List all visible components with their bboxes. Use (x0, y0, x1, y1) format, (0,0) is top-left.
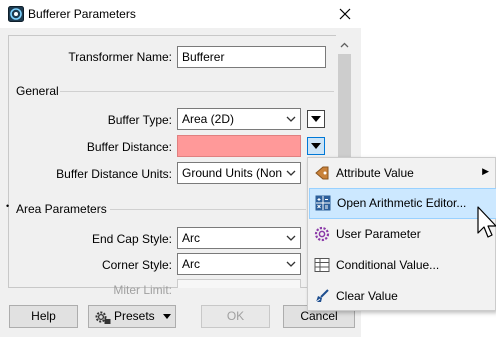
menu-item-clear-value[interactable]: Clear Value (309, 282, 495, 311)
miter-limit-label: Miter Limit: (113, 283, 172, 297)
help-button-label: Help (31, 309, 56, 323)
presets-button[interactable]: Presets (88, 305, 176, 328)
close-button[interactable] (328, 0, 361, 28)
chevron-down-icon (286, 170, 296, 176)
buffer-type-select[interactable]: Area (2D) (177, 108, 301, 130)
chevron-up-icon (340, 42, 349, 48)
transformer-name-input[interactable]: Bufferer (177, 46, 326, 68)
mouse-cursor-icon (477, 206, 496, 238)
chevron-down-icon (286, 235, 296, 241)
corner-style-label: Corner Style: (101, 258, 172, 272)
corner-style-value: Arc (182, 257, 200, 271)
corner-style-select[interactable]: Arc (177, 253, 301, 275)
area-parameters-header[interactable]: Area Parameters (16, 202, 107, 216)
end-cap-style-label: End Cap Style: (91, 232, 172, 246)
fme-app-icon (8, 6, 24, 22)
buffer-distance-label: Buffer Distance: (86, 140, 172, 154)
gear-icon (95, 311, 111, 324)
buffer-type-value: Area (2D) (182, 112, 235, 126)
menu-item-label: Open Arithmetic Editor... (337, 196, 467, 210)
presets-button-label: Presets (114, 309, 155, 323)
area-group-divider (110, 209, 306, 210)
window-title: Bufferer Parameters (28, 7, 136, 21)
end-cap-style-value: Arc (182, 231, 200, 245)
end-cap-style-select[interactable]: Arc (177, 227, 301, 249)
ok-button[interactable]: OK (201, 305, 270, 328)
dropdown-arrow-icon (311, 116, 321, 122)
chevron-down-icon (286, 261, 296, 267)
scroll-up-button[interactable] (336, 38, 353, 52)
buffer-distance-units-select[interactable]: Ground Units (Non (177, 162, 301, 184)
ok-button-label: OK (226, 309, 245, 323)
dropdown-arrow-icon (311, 143, 321, 149)
menu-item-label: Conditional Value... (336, 258, 440, 272)
transformer-name-label: Transformer Name: (68, 50, 172, 64)
miter-limit-input (177, 279, 301, 288)
help-button[interactable]: Help (9, 305, 78, 328)
area-section-bullet: • (6, 201, 10, 211)
value-context-menu: Attribute Value ▶ Open Arithmetic Editor… (307, 157, 496, 311)
presets-dropdown-icon (163, 314, 171, 319)
buffer-distance-units-label: Buffer Distance Units: (56, 167, 172, 181)
title-bar: Bufferer Parameters (0, 0, 361, 28)
user-parameter-icon (314, 226, 330, 242)
conditional-value-icon (314, 257, 330, 273)
general-section-header: General (16, 84, 59, 98)
menu-item-user-parameter[interactable]: User Parameter (309, 220, 495, 249)
cancel-button-label: Cancel (300, 309, 338, 323)
buffer-type-label: Buffer Type: (107, 113, 172, 127)
clear-value-icon (314, 288, 330, 304)
arithmetic-editor-icon (315, 195, 331, 211)
menu-item-label: Attribute Value (336, 166, 414, 180)
menu-item-label: Clear Value (336, 289, 398, 303)
buffer-type-value-button[interactable] (307, 110, 325, 128)
attribute-value-icon (314, 165, 330, 181)
buffer-distance-value-button[interactable] (307, 137, 325, 155)
general-group-divider (60, 91, 334, 92)
menu-item-attribute-value[interactable]: Attribute Value ▶ (309, 159, 495, 188)
menu-item-open-arithmetic-editor[interactable]: Open Arithmetic Editor... (309, 188, 496, 219)
buffer-distance-units-value: Ground Units (Non (182, 166, 283, 180)
close-icon (339, 8, 350, 20)
buffer-distance-input[interactable] (177, 135, 301, 157)
menu-item-conditional-value[interactable]: Conditional Value... (309, 251, 495, 280)
transformer-name-value: Bufferer (182, 50, 225, 64)
menu-item-label: User Parameter (336, 227, 421, 241)
chevron-down-icon (286, 116, 296, 122)
submenu-arrow-icon: ▶ (482, 166, 489, 176)
